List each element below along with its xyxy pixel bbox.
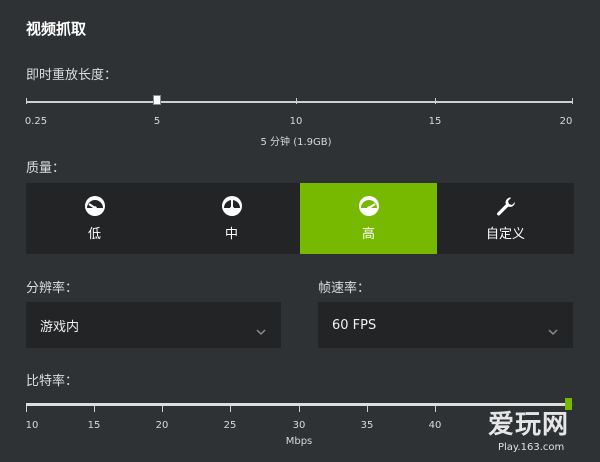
quality-low-label: 低 [87,227,101,242]
resolution-label: 分辨率： [26,281,79,296]
replay-tick [572,98,573,104]
quality-custom-button[interactable]: 自定义 [437,183,574,254]
chevron-down-icon [547,321,559,336]
gauge-high-icon [358,195,380,217]
watermark-logo: 爱玩网 [488,410,570,440]
bitrate-tick-label: 40 [428,420,442,431]
bitrate-tick-label: 30 [292,420,306,431]
quality-high-button[interactable]: 高 [300,183,437,254]
section-title: 视频抓取 [26,20,87,38]
bitrate-track-fill[interactable] [26,403,566,406]
bitrate-label: 比特率： [26,374,79,389]
quality-selector: 低 中 高 自定义 [26,183,574,254]
replay-tick [296,98,297,104]
replay-slider-track[interactable] [26,101,573,103]
gauge-low-icon [84,195,106,217]
resolution-value: 游戏内 [40,319,80,335]
wrench-icon [495,195,517,217]
replay-tick-label: 0.25 [24,116,48,127]
replay-tick-label: 10 [289,116,303,127]
bitrate-tick [94,406,95,412]
bitrate-tick [299,406,300,412]
replay-length-label: 即时重放长度： [26,68,118,83]
bitrate-unit-label: Mbps [285,436,313,447]
framerate-value: 60 FPS [332,317,377,333]
replay-value-caption: 5 分钟 (1.9GB) [260,137,332,148]
quality-custom-label: 自定义 [485,227,525,242]
bitrate-tick [435,406,436,412]
replay-tick [26,98,27,104]
framerate-dropdown[interactable]: 60 FPS [318,302,573,348]
resolution-dropdown[interactable]: 游戏内 [26,302,281,348]
gauge-medium-icon [221,195,243,217]
bitrate-tick [26,406,27,412]
bitrate-tick-label: 35 [360,420,374,431]
bitrate-tick-label: 20 [155,420,169,431]
bitrate-tick [367,406,368,412]
quality-label: 质量： [26,161,66,176]
bitrate-tick [162,406,163,412]
bitrate-tick-label: 10 [25,420,39,431]
bitrate-tick [230,406,231,412]
replay-tick-label: 5 [153,116,161,127]
replay-slider-thumb[interactable] [153,95,161,105]
watermark-url: Play.163.com [498,442,565,453]
replay-tick-label: 15 [428,116,442,127]
replay-tick-label: 20 [559,116,573,127]
bitrate-tick-label: 25 [223,420,237,431]
chevron-down-icon [255,321,267,336]
bitrate-tick-label: 15 [87,420,101,431]
quality-high-label: 高 [361,227,375,242]
quality-low-button[interactable]: 低 [26,183,163,254]
framerate-label: 帧速率： [318,281,371,296]
quality-medium-label: 中 [224,227,238,242]
quality-medium-button[interactable]: 中 [163,183,300,254]
replay-tick [435,98,436,104]
